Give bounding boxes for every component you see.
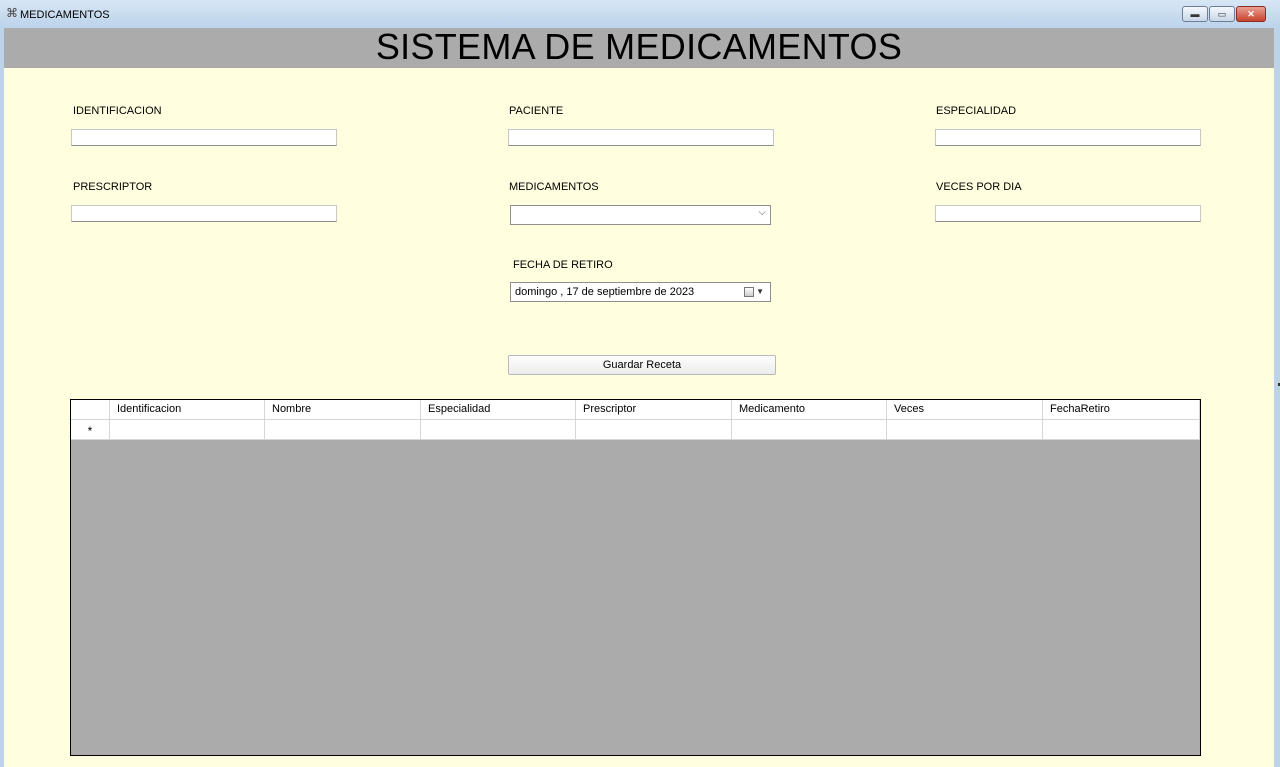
guardar-receta-button[interactable]: Guardar Receta [508, 355, 776, 375]
table-cell[interactable] [1043, 420, 1200, 440]
identificacion-label: IDENTIFICACION [73, 105, 162, 117]
column-header[interactable]: Veces [887, 400, 1043, 420]
row-header-corner [71, 400, 110, 420]
header-banner: SISTEMA DE MEDICAMENTOS [4, 26, 1274, 68]
table-cell[interactable] [265, 420, 421, 440]
grid-header: Identificacion Nombre Especialidad Presc… [71, 400, 1200, 420]
new-row-marker[interactable]: * [71, 420, 110, 440]
maximize-button[interactable]: ▭ [1209, 6, 1235, 22]
medicamentos-label: MEDICAMENTOS [509, 181, 599, 193]
table-cell[interactable] [110, 420, 265, 440]
maximize-icon: ▭ [1217, 8, 1227, 19]
paciente-label: PACIENTE [509, 105, 564, 117]
minimize-icon: ▬ [1190, 9, 1200, 19]
column-header[interactable]: Medicamento [732, 400, 887, 420]
close-icon: ✕ [1247, 8, 1255, 19]
fecha-retiro-datepicker[interactable]: domingo , 17 de septiembre de 2023 ▼ [510, 282, 771, 302]
page-title: SISTEMA DE MEDICAMENTOS [375, 26, 903, 67]
window-title: MEDICAMENTOS [20, 9, 110, 21]
medicamentos-dropdown[interactable]: ⌵ [510, 205, 771, 225]
window-controls: ▬ ▭ ✕ [1182, 6, 1266, 22]
column-header[interactable]: Especialidad [421, 400, 576, 420]
calendar-icon[interactable] [744, 287, 754, 297]
window-titlebar[interactable]: ⌘ MEDICAMENTOS ▬ ▭ ✕ [0, 0, 1280, 28]
especialidad-label: ESPECIALIDAD [936, 105, 1017, 117]
especialidad-input[interactable] [935, 129, 1201, 146]
recetas-grid[interactable]: Identificacion Nombre Especialidad Presc… [70, 399, 1201, 756]
minimize-button[interactable]: ▬ [1182, 6, 1208, 22]
fecha-retiro-value: domingo , 17 de septiembre de 2023 [515, 286, 695, 298]
dropdown-arrow-icon[interactable]: ▼ [756, 287, 764, 296]
paciente-input[interactable] [508, 129, 774, 146]
prescriptor-label: PRESCRIPTOR [73, 181, 153, 193]
form-area: IDENTIFICACION PACIENTE ESPECIALIDAD PRE… [4, 68, 1274, 767]
table-cell[interactable] [576, 420, 732, 440]
veces-por-dia-input[interactable] [935, 205, 1201, 222]
column-header[interactable]: Identificacion [110, 400, 265, 420]
identificacion-input[interactable] [71, 129, 337, 146]
close-button[interactable]: ✕ [1236, 6, 1266, 22]
fecha-retiro-label: FECHA DE RETIRO [513, 259, 613, 271]
column-header[interactable]: Prescriptor [576, 400, 732, 420]
column-header[interactable]: FechaRetiro [1043, 400, 1200, 420]
chevron-down-icon: ⌵ [758, 207, 766, 218]
prescriptor-input[interactable] [71, 205, 337, 222]
table-row-new[interactable]: * [71, 420, 1200, 440]
table-cell[interactable] [887, 420, 1043, 440]
column-header[interactable]: Nombre [265, 400, 421, 420]
table-cell[interactable] [732, 420, 887, 440]
veces-por-dia-label: VECES POR DIA [936, 181, 1022, 193]
table-cell[interactable] [421, 420, 576, 440]
app-icon: ⌘ [6, 6, 18, 20]
